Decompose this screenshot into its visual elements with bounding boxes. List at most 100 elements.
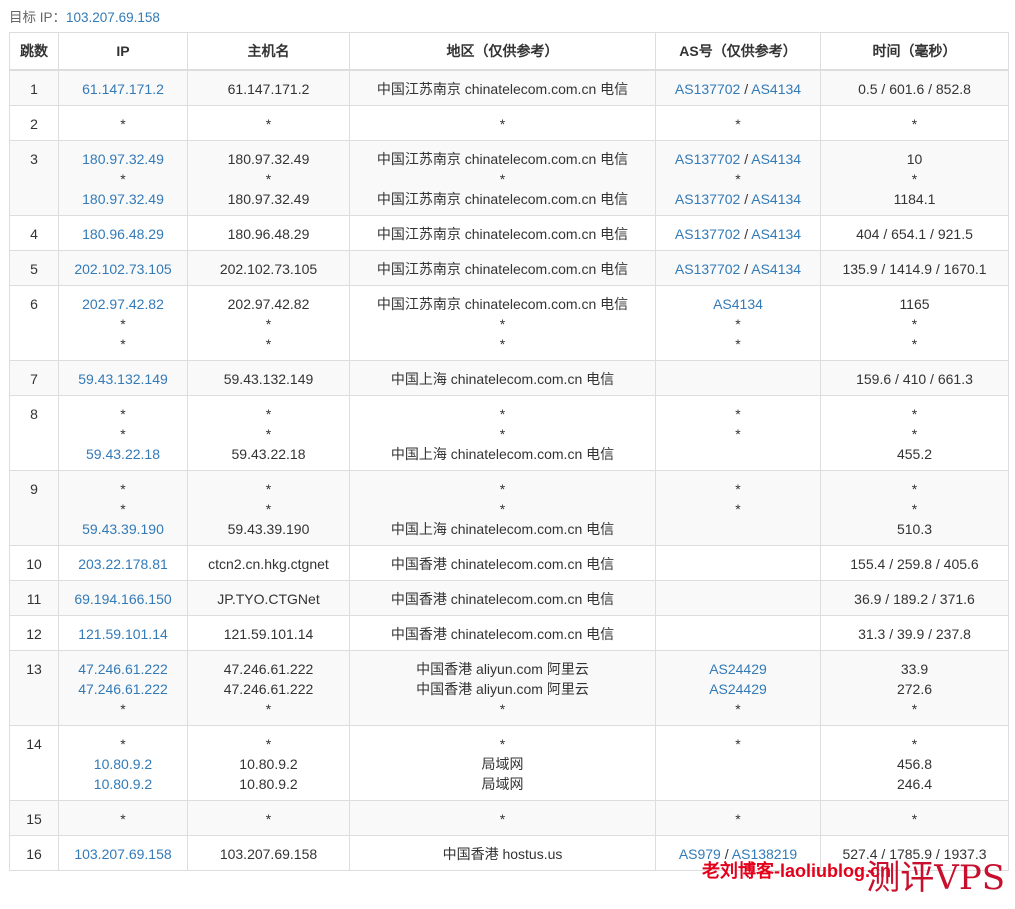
ip-link[interactable]: 180.97.32.49 <box>82 191 164 207</box>
hostname-line: * <box>192 499 345 519</box>
as-link[interactable]: AS137702 <box>675 81 740 97</box>
header-hostname: 主机名 <box>187 32 350 71</box>
ip-line: * <box>63 114 183 134</box>
hostname-text: 180.96.48.29 <box>227 226 310 242</box>
region-text: 中国香港 aliyun.com 阿里云 <box>416 681 589 697</box>
time-text: 155.4 / 259.8 / 405.6 <box>850 556 979 572</box>
as-cell <box>655 545 821 581</box>
as-link[interactable]: AS137702 <box>675 191 740 207</box>
as-link[interactable]: AS4134 <box>713 296 763 312</box>
ip-link[interactable]: 59.43.22.18 <box>86 446 160 462</box>
as-link[interactable]: AS137702 <box>675 226 740 242</box>
ip-link[interactable]: 47.246.61.222 <box>78 681 168 697</box>
time-text: 1184.1 <box>893 191 936 207</box>
ip-link[interactable]: 69.194.166.150 <box>74 591 171 607</box>
hostname-text: * <box>265 171 272 187</box>
ip-link[interactable]: 47.246.61.222 <box>78 661 168 677</box>
hostname-text: 47.246.61.222 <box>223 661 314 677</box>
hostname-text: 10.80.9.2 <box>239 776 298 792</box>
as-link[interactable]: AS4134 <box>751 81 801 97</box>
region-line: 中国香港 chinatelecom.com.cn 电信 <box>354 624 651 644</box>
region-line: * <box>354 699 651 719</box>
hop-cell: 5 <box>9 250 59 286</box>
ip-line: 203.22.178.81 <box>63 554 183 574</box>
ip-cell: 121.59.101.14 <box>58 615 188 651</box>
ip-placeholder: * <box>120 406 126 422</box>
region-line: 中国香港 chinatelecom.com.cn 电信 <box>354 589 651 609</box>
as-placeholder: * <box>735 316 741 332</box>
hostname-line: * <box>192 169 345 189</box>
region-text: 中国香港 hostus.us <box>442 846 563 862</box>
region-text: 中国上海 chinatelecom.com.cn 电信 <box>390 371 615 387</box>
hostname-line: 180.97.32.49 <box>192 149 345 169</box>
hop-cell: 6 <box>9 285 59 361</box>
table-row: 7 59.43.132.149 59.43.132.149 中国上海 chinatel… <box>9 360 1009 396</box>
region-line: 中国上海 chinatelecom.com.cn 电信 <box>354 369 651 389</box>
time-line: * <box>825 699 1004 719</box>
ip-link[interactable]: 103.207.69.158 <box>74 846 171 862</box>
region-cell: 中国香港 hostus.us <box>349 835 656 871</box>
time-text: 31.3 / 39.9 / 237.8 <box>858 626 971 642</box>
ip-cell: 202.102.73.105 <box>58 250 188 286</box>
table-row: 11 69.194.166.150 JP.TYO.CTGNet 中国香港 chinat… <box>9 580 1009 616</box>
as-link[interactable]: AS979 <box>679 846 721 862</box>
ip-link[interactable]: 203.22.178.81 <box>78 556 168 572</box>
time-line: 159.6 / 410 / 661.3 <box>825 369 1004 389</box>
ip-link[interactable]: 202.97.42.82 <box>82 296 164 312</box>
target-ip-link[interactable]: 103.207.69.158 <box>66 10 160 25</box>
as-link[interactable]: AS24429 <box>709 661 767 677</box>
time-cell: 135.9 / 1414.9 / 1670.1 <box>820 250 1009 286</box>
hostname-text: 103.207.69.158 <box>219 846 318 862</box>
target-ip-label: 目标 IP： <box>9 10 67 25</box>
hostname-cell: * 10.80.9.2 10.80.9.2 <box>187 725 350 801</box>
hostname-text: * <box>265 701 272 717</box>
as-link[interactable]: AS137702 <box>675 261 740 277</box>
as-line: * <box>660 479 816 499</box>
region-cell: 中国香港 chinatelecom.com.cn 电信 <box>349 580 656 616</box>
ip-link[interactable]: 180.96.48.29 <box>82 226 164 242</box>
region-line: * <box>354 734 651 754</box>
time-text: 510.3 <box>896 521 933 537</box>
hostname-line: 59.43.22.18 <box>192 444 345 464</box>
ip-link[interactable]: 61.147.171.2 <box>82 81 164 97</box>
as-line: AS24429 <box>660 679 816 699</box>
as-line: AS137702 / AS4134 <box>660 259 816 279</box>
time-line: 0.5 / 601.6 / 852.8 <box>825 79 1004 99</box>
ip-cell: 103.207.69.158 <box>58 835 188 871</box>
hostname-text: * <box>265 316 272 332</box>
ip-cell: 59.43.132.149 <box>58 360 188 396</box>
ip-line: * <box>63 424 183 444</box>
ip-link[interactable]: 10.80.9.2 <box>94 776 152 792</box>
hostname-text: 202.97.42.82 <box>227 296 310 312</box>
hostname-line: 59.43.132.149 <box>192 369 345 389</box>
region-text: 中国香港 chinatelecom.com.cn 电信 <box>390 556 615 572</box>
as-link[interactable]: AS137702 <box>675 151 740 167</box>
ip-link[interactable]: 180.97.32.49 <box>82 151 164 167</box>
as-link[interactable]: AS24429 <box>709 681 767 697</box>
time-line: 36.9 / 189.2 / 371.6 <box>825 589 1004 609</box>
time-line: 135.9 / 1414.9 / 1670.1 <box>825 259 1004 279</box>
ip-link[interactable]: 59.43.39.190 <box>82 521 164 537</box>
ip-placeholder: * <box>120 811 126 827</box>
region-cell: 中国江苏南京 chinatelecom.com.cn 电信 <box>349 69 656 106</box>
as-link[interactable]: AS4134 <box>751 151 801 167</box>
time-text: 455.2 <box>896 446 933 462</box>
region-text: * <box>499 406 506 422</box>
as-link[interactable]: AS4134 <box>751 191 801 207</box>
hostname-text: 180.97.32.49 <box>227 191 310 207</box>
as-link[interactable]: AS4134 <box>751 226 801 242</box>
ip-link[interactable]: 202.102.73.105 <box>74 261 171 277</box>
as-link[interactable]: AS138219 <box>732 846 797 862</box>
ip-link[interactable]: 59.43.132.149 <box>78 371 168 387</box>
time-text: 10 <box>906 151 923 167</box>
ip-link[interactable]: 10.80.9.2 <box>94 756 152 772</box>
time-line: * <box>825 424 1004 444</box>
time-line: * <box>825 314 1004 334</box>
ip-link[interactable]: 121.59.101.14 <box>78 626 168 642</box>
as-link[interactable]: AS4134 <box>751 261 801 277</box>
header-hop: 跳数 <box>9 32 59 71</box>
table-row: 4 180.96.48.29 180.96.48.29 中国江苏南京 chinatel… <box>9 215 1009 251</box>
as-separator: / <box>740 191 752 207</box>
region-line: 中国香港 hostus.us <box>354 844 651 864</box>
region-text: 中国上海 chinatelecom.com.cn 电信 <box>390 446 615 462</box>
